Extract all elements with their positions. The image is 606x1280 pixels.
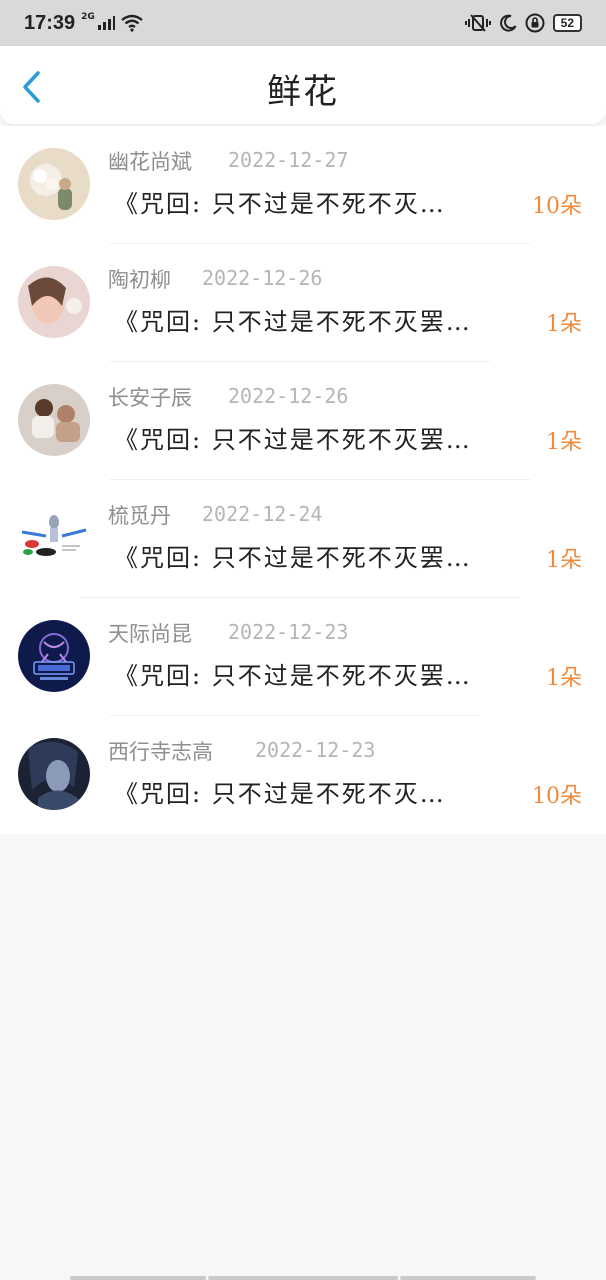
sender-name: 梳觅丹 [108, 504, 171, 528]
sender-name: 幽花尚斌 [108, 150, 192, 174]
flower-count: 1朵 [546, 548, 582, 573]
sender-name: 陶初柳 [108, 268, 171, 292]
signal-icon [97, 16, 115, 30]
status-right: 52 [464, 13, 582, 33]
avatar [18, 502, 90, 574]
nav-indicator [208, 1276, 398, 1280]
message-preview: 《咒回: 只不过是不死不灭… [114, 190, 446, 218]
message-preview: 《咒回: 只不过是不死不灭罢… [114, 308, 472, 336]
flower-list: 幽花尚斌 2022-12-27 《咒回: 只不过是不死不灭… 10朵 陶初柳 2… [0, 126, 606, 834]
send-date: 2022-12-27 [228, 148, 349, 172]
sender-name: 西行寺志高 [108, 740, 213, 764]
status-left: 17:39 2G [24, 12, 143, 35]
message-preview: 《咒回: 只不过是不死不灭罢… [114, 662, 472, 690]
list-item[interactable]: 幽花尚斌 2022-12-27 《咒回: 只不过是不死不灭… 10朵 [0, 126, 606, 244]
send-date: 2022-12-23 [255, 738, 376, 762]
nav-indicator [70, 1276, 206, 1280]
avatar [18, 148, 90, 220]
send-date: 2022-12-26 [202, 266, 323, 290]
list-item[interactable]: 天际尚昆 2022-12-23 《咒回: 只不过是不死不灭罢… 1朵 [0, 598, 606, 716]
flower-count: 1朵 [546, 312, 582, 337]
avatar [18, 738, 90, 810]
nav-indicator [400, 1276, 536, 1280]
network-label: 2G [81, 12, 95, 22]
flower-count: 10朵 [532, 194, 582, 219]
avatar [18, 266, 90, 338]
send-date: 2022-12-26 [228, 384, 349, 408]
list-item[interactable]: 西行寺志高 2022-12-23 《咒回: 只不过是不死不灭… 10朵 [0, 716, 606, 834]
wifi-icon [121, 14, 143, 32]
message-preview: 《咒回: 只不过是不死不灭罢… [114, 426, 472, 454]
avatar [18, 384, 90, 456]
send-date: 2022-12-24 [202, 502, 323, 526]
message-preview: 《咒回: 只不过是不死不灭罢… [114, 544, 472, 572]
app-header: 鲜花 [0, 46, 606, 124]
list-item[interactable]: 长安子辰 2022-12-26 《咒回: 只不过是不死不灭罢… 1朵 [0, 362, 606, 480]
battery-indicator: 52 [552, 14, 582, 32]
list-item[interactable]: 陶初柳 2022-12-26 《咒回: 只不过是不死不灭罢… 1朵 [0, 244, 606, 362]
status-time: 17:39 [24, 11, 76, 34]
flower-count: 1朵 [546, 666, 582, 691]
status-bar: 17:39 2G 52 [0, 0, 606, 46]
vibrate-off-icon [464, 14, 491, 32]
send-date: 2022-12-23 [228, 620, 349, 644]
list-item[interactable]: 梳觅丹 2022-12-24 《咒回: 只不过是不死不灭罢… 1朵 [0, 480, 606, 598]
sender-name: 天际尚昆 [108, 622, 192, 646]
avatar [18, 620, 90, 692]
flower-count: 10朵 [532, 784, 582, 809]
lock-rotation-icon [525, 13, 545, 33]
message-preview: 《咒回: 只不过是不死不灭… [114, 780, 446, 808]
flower-count: 1朵 [546, 430, 582, 455]
page-title: 鲜花 [267, 72, 339, 112]
sender-name: 长安子辰 [108, 386, 192, 410]
moon-icon [499, 14, 517, 32]
